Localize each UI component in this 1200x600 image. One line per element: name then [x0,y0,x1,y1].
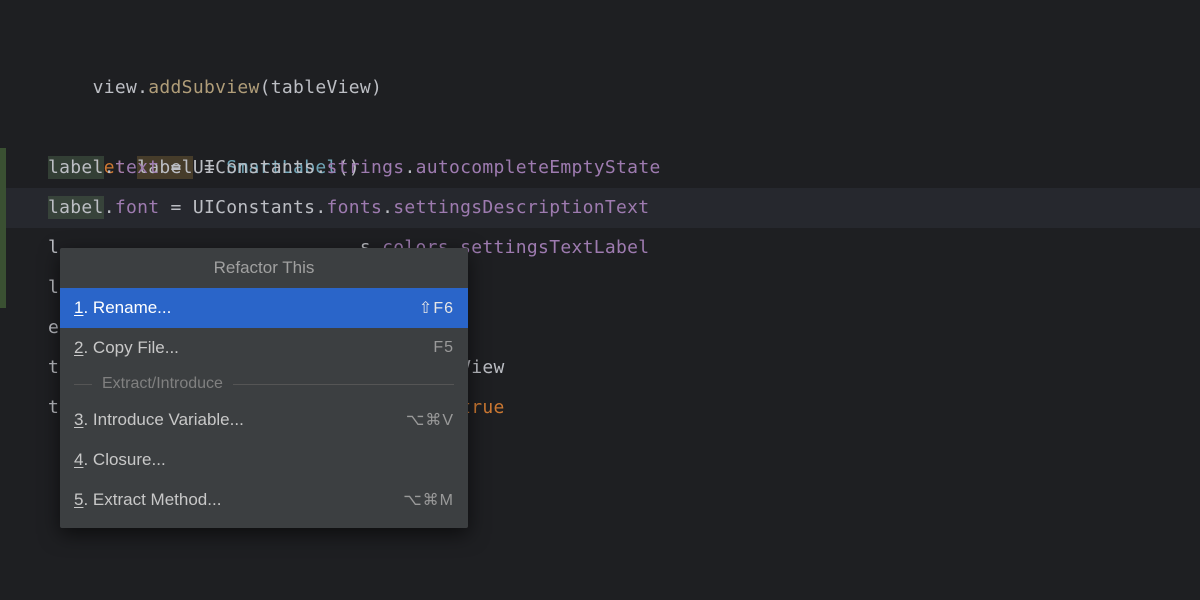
assign: = [159,157,192,178]
dot: . [104,157,115,178]
dot: . [315,197,326,218]
property: settingsDescriptionText [393,197,649,218]
dot: . [404,157,415,178]
popup-item-shortcut: F5 [433,339,454,357]
property: strings [326,157,404,178]
popup-item-label: 4. Closure... [74,450,166,470]
gutter-change-marker [0,148,6,188]
identifier-partial: t [48,397,59,418]
popup-section-label: Extract/Introduce [102,375,223,393]
code-line[interactable]: let label = SmartLabel() [0,108,1200,148]
refactor-popup: Refactor This 1. Rename... ⇧F6 2. Copy F… [60,248,468,528]
popup-title: Refactor This [60,248,468,288]
popup-item-closure[interactable]: 4. Closure... [60,440,468,480]
gutter-change-marker [0,188,6,228]
gutter-change-marker [0,228,6,268]
popup-item-label: 1. Rename... [74,298,171,318]
popup-item-shortcut: ⇧F6 [419,298,454,318]
popup-item-shortcut: ⌥⌘V [406,410,454,430]
identifier-partial: l [48,237,59,258]
property: font [115,197,160,218]
code-line[interactable]: label.text = UIConstants.strings.autocom… [0,148,1200,188]
popup-item-introduce-variable[interactable]: 3. Introduce Variable... ⌥⌘V [60,400,468,440]
code-line-current[interactable]: label.font = UIConstants.fonts.settingsD… [0,188,1200,228]
property: settingsTextLabel [460,237,649,258]
dot: . [382,197,393,218]
identifier-partial: t [48,357,59,378]
popup-section-separator: Extract/Introduce [60,368,468,400]
popup-item-label: 2. Copy File... [74,338,179,358]
popup-item-extract-method[interactable]: 5. Extract Method... ⌥⌘M [60,480,468,520]
identifier-partial: l [48,277,59,298]
property: autocompleteEmptyState [416,157,661,178]
dot: . [315,157,326,178]
property: text [115,157,160,178]
property: fonts [326,197,382,218]
gutter-change-marker [0,268,6,308]
assign: = [159,197,192,218]
popup-item-shortcut: ⌥⌘M [403,490,454,510]
popup-item-rename[interactable]: 1. Rename... ⇧F6 [60,288,468,328]
code-line-blank[interactable] [0,68,1200,108]
reference-highlight: label [48,156,104,179]
reference-highlight: label [48,196,104,219]
popup-item-copy-file[interactable]: 2. Copy File... F5 [60,328,468,368]
popup-item-label: 3. Introduce Variable... [74,410,244,430]
type-ref: UIConstants [193,157,316,178]
popup-item-label: 5. Extract Method... [74,490,221,510]
code-line[interactable]: view.addSubview(tableView) [0,28,1200,68]
dot: . [104,197,115,218]
type-ref: UIConstants [193,197,316,218]
identifier-partial: e [48,317,59,338]
